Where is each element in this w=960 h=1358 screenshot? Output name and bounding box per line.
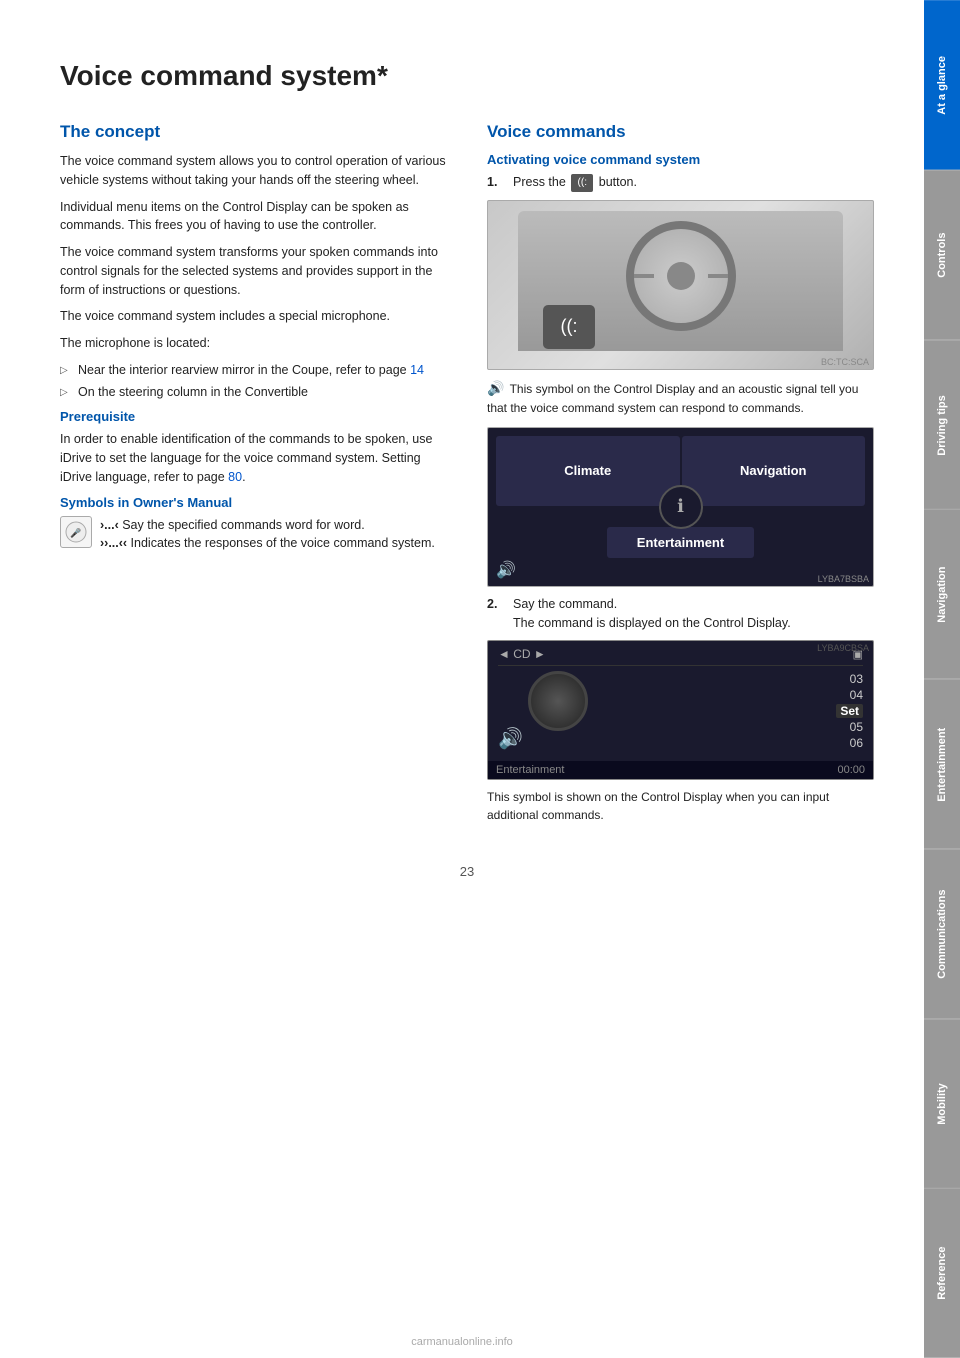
sidebar: At a glance Controls Driving tips Naviga… bbox=[924, 0, 960, 1358]
left-column: The concept The voice command system all… bbox=[60, 122, 447, 834]
paragraph-4: The voice command system includes a spec… bbox=[60, 307, 447, 326]
paragraph-2: Individual menu items on the Control Dis… bbox=[60, 198, 447, 236]
note-2-text: This symbol is shown on the Control Disp… bbox=[487, 788, 874, 824]
list-item: Near the interior rearview mirror in the… bbox=[60, 361, 447, 380]
right-column: Voice commands Activating voice command … bbox=[487, 122, 874, 834]
control-display-menu-image: Climate Navigation ℹ Entertainment 🔊 LYB… bbox=[487, 427, 874, 587]
symbols-heading: Symbols in Owner's Manual bbox=[60, 495, 447, 510]
page-title: Voice command system* bbox=[60, 60, 874, 92]
cd-tracks: 03 04 Set 05 06 bbox=[836, 672, 863, 750]
paragraph-1: The voice command system allows you to c… bbox=[60, 152, 447, 190]
cd-display-image: ◄ CD ► ▣ 03 04 Set 05 06 🔊 Entertainment bbox=[487, 640, 874, 780]
image-code-2: LYBA7BSBA bbox=[818, 574, 869, 584]
step-1: 1. Press the ((: button. bbox=[487, 173, 874, 192]
cd-knob bbox=[528, 671, 588, 731]
sidebar-tab-at-a-glance[interactable]: At a glance bbox=[924, 0, 960, 170]
sidebar-tab-navigation[interactable]: Navigation bbox=[924, 509, 960, 679]
voice-symbol-icon: 🎤 bbox=[60, 516, 92, 548]
activating-heading: Activating voice command system bbox=[487, 152, 874, 167]
symbol-1-text: ›...‹ Say the specified commands word fo… bbox=[100, 516, 435, 554]
main-content: Voice command system* The concept The vo… bbox=[0, 0, 924, 939]
menu-cell-navigation: Navigation bbox=[682, 436, 866, 506]
image-code-1: BC:TC:SCA bbox=[821, 357, 869, 367]
two-column-layout: The concept The voice command system all… bbox=[60, 122, 874, 834]
sidebar-tab-reference[interactable]: Reference bbox=[924, 1188, 960, 1358]
voice-icon-menu: 🔊 bbox=[496, 560, 516, 580]
sidebar-tab-communications[interactable]: Communications bbox=[924, 849, 960, 1019]
microphone-location-list: Near the interior rearview mirror in the… bbox=[60, 361, 447, 402]
voice-wave-icon: 🔊 bbox=[498, 726, 523, 751]
concept-heading: The concept bbox=[60, 122, 447, 142]
voice-commands-heading: Voice commands bbox=[487, 122, 874, 142]
note-1-text: 🔊 This symbol on the Control Display and… bbox=[487, 378, 874, 417]
cd-header: ◄ CD ► ▣ bbox=[498, 647, 863, 666]
prerequisite-heading: Prerequisite bbox=[60, 409, 447, 424]
note-symbol-1: 🔊 bbox=[487, 380, 504, 396]
list-item: On the steering column in the Convertibl… bbox=[60, 383, 447, 402]
sidebar-tab-entertainment[interactable]: Entertainment bbox=[924, 679, 960, 849]
svg-text:🎤: 🎤 bbox=[70, 527, 81, 538]
paragraph-3: The voice command system transforms your… bbox=[60, 243, 447, 299]
menu-cell-climate: Climate bbox=[496, 436, 680, 506]
sidebar-tab-driving-tips[interactable]: Driving tips bbox=[924, 340, 960, 510]
prerequisite-text: In order to enable identification of the… bbox=[60, 430, 447, 486]
center-info-icon: ℹ bbox=[659, 485, 703, 529]
page-number: 23 bbox=[60, 864, 874, 879]
sidebar-tab-controls[interactable]: Controls bbox=[924, 170, 960, 340]
voice-button-icon: ((: bbox=[571, 174, 593, 192]
sidebar-tab-mobility[interactable]: Mobility bbox=[924, 1019, 960, 1189]
cd-footer: Entertainment 00:00 bbox=[488, 761, 873, 779]
step-2: 2. Say the command.The command is displa… bbox=[487, 595, 874, 633]
steering-wheel-image: ((: BC:TC:SCA bbox=[487, 200, 874, 370]
watermark: carmanualonline.info bbox=[0, 1336, 924, 1348]
cd-set-label: Set bbox=[836, 704, 863, 718]
voice-button-visual: ((: bbox=[543, 305, 595, 349]
symbol-block-1: 🎤 ›...‹ Say the specified commands word … bbox=[60, 516, 447, 554]
paragraph-5: The microphone is located: bbox=[60, 334, 447, 353]
image-code-3: LYBA9CBSA bbox=[817, 643, 869, 653]
